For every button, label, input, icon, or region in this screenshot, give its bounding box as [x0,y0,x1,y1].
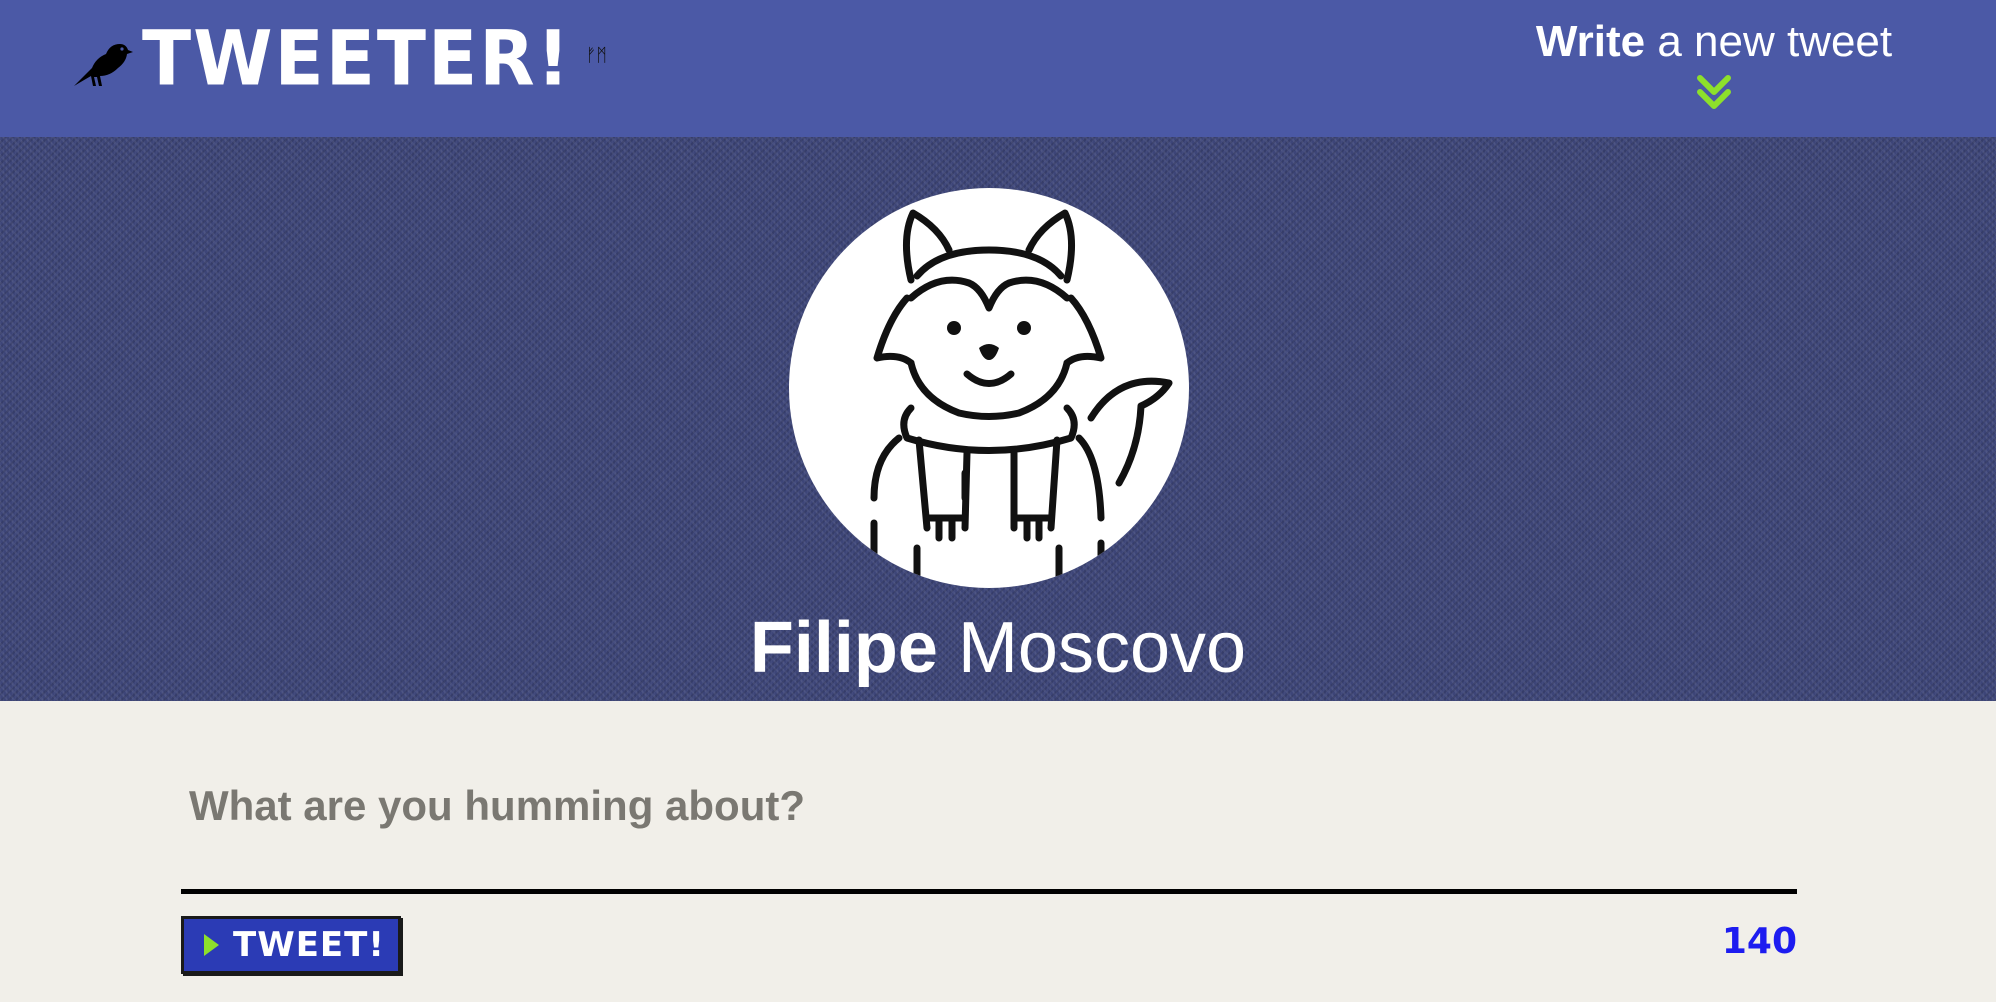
composer-divider [181,889,1797,894]
tweet-button-label: TWEET! [233,925,385,965]
tweet-submit-button[interactable]: TWEET! [181,916,401,974]
write-tweet-toggle[interactable]: Write a new tweet [1534,14,1894,112]
top-nav: TWEETER! ᚠᛗ Write a new tweet [0,0,1996,137]
tweet-text-input[interactable] [181,771,1797,841]
brand-mark: ᚠᛗ [585,45,608,66]
profile-first-name: Filipe [749,608,938,688]
play-triangle-icon [204,934,219,956]
avatar [789,188,1189,588]
char-counter: 140 [1721,921,1797,962]
profile-name: Filipe Moscovo [0,603,1996,693]
fox-avatar-icon [870,209,1173,588]
tweet-composer: TWEET! 140 [181,701,1797,1002]
write-tweet-label: Write a new tweet [1534,14,1894,70]
profile-banner: Filipe Moscovo [0,137,1996,701]
write-tweet-label-bold: Write [1535,17,1646,66]
brand-logo[interactable]: TWEETER! ᚠᛗ [70,13,608,103]
double-chevron-down-icon [1697,75,1731,109]
brand-name: TWEETER! [142,13,572,103]
write-tweet-label-rest: a new tweet [1645,17,1893,66]
bird-logo-icon [74,44,133,86]
profile-last-name: Moscovo [957,608,1247,688]
